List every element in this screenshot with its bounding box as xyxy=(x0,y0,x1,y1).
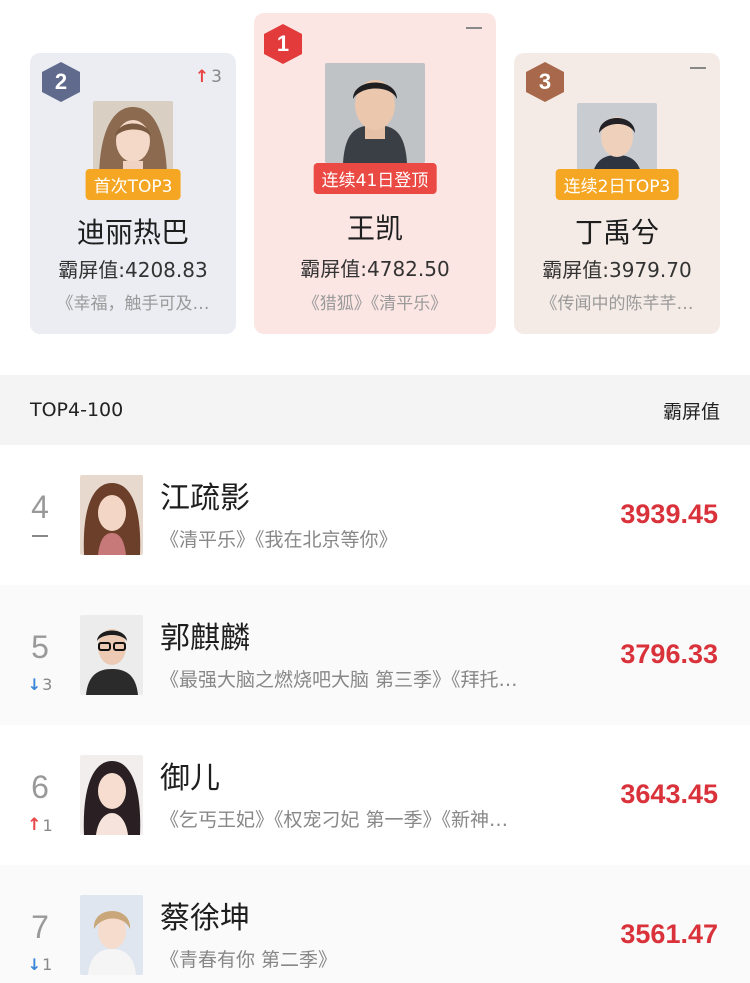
rank-number: 6 xyxy=(31,769,49,805)
celebrity-name[interactable]: 江疏影 xyxy=(160,473,250,517)
rank-change: ↓ 1 xyxy=(18,955,62,974)
celebrity-works: 《清平乐》《我在北京等你》 xyxy=(160,529,398,551)
celebrity-works: 《青春有你 第二季》 xyxy=(160,949,338,971)
celebrity-name[interactable]: 王凯 xyxy=(254,207,496,247)
rank-change-value: 1 xyxy=(42,955,53,974)
podium-card-rank-1[interactable]: 1 连续41日登顶 王凯 霸屏值:4782.50 《猎狐》《清平乐》 xyxy=(254,13,496,334)
dash-icon xyxy=(690,67,706,69)
celebrity-score: 霸屏值:4782.50 xyxy=(300,257,450,281)
avatar[interactable] xyxy=(325,63,425,163)
dash-icon xyxy=(32,535,48,537)
arrow-up-icon: ↑ xyxy=(194,67,210,87)
avatar[interactable] xyxy=(80,755,143,835)
podium-card-rank-3[interactable]: 3 连续2日TOP3 丁禹兮 霸屏值:3979.70 《传闻中的陈芊芊… xyxy=(514,53,720,334)
rank-change xyxy=(466,27,482,29)
rank-change: ↑ 1 xyxy=(18,815,62,835)
avatar-portrait xyxy=(80,755,143,835)
arrow-up-icon: ↑ xyxy=(27,815,42,835)
dash-icon xyxy=(466,27,482,29)
celebrity-works: 《最强大脑之燃烧吧大脑 第三季》《拜托… xyxy=(160,669,518,691)
rank-badge: 2 xyxy=(42,62,80,102)
rank-change-value: 3 xyxy=(42,675,53,694)
celebrity-score: 3561.47 xyxy=(620,919,718,949)
section-title: TOP4-100 xyxy=(30,399,124,421)
celebrity-works: 《猎狐》《清平乐》 xyxy=(302,294,448,314)
ranking-list: 4 江疏影 《清平乐》《我在北京等你》 3939.45 5 ↓ 3 郭麒麟 《最… xyxy=(0,445,750,983)
rank-badge: 1 xyxy=(264,24,302,64)
celebrity-score: 3939.45 xyxy=(620,499,718,529)
celebrity-score: 霸屏值:3979.70 xyxy=(542,258,692,282)
celebrity-name[interactable]: 迪丽热巴 xyxy=(30,211,236,251)
list-section-header: TOP4-100 霸屏值 xyxy=(0,375,750,445)
arrow-down-icon: ↓ xyxy=(27,955,42,974)
list-item[interactable]: 7 ↓ 1 蔡徐坤 《青春有你 第二季》 3561.47 xyxy=(0,865,750,983)
rank-number: 5 xyxy=(31,629,49,665)
streak-tag: 首次TOP3 xyxy=(85,169,181,200)
rank-change: ↑ 3 xyxy=(195,67,222,87)
avatar[interactable] xyxy=(80,475,143,555)
rank-change-value: 3 xyxy=(211,67,222,87)
celebrity-name[interactable]: 丁禹兮 xyxy=(514,211,720,251)
list-item[interactable]: 5 ↓ 3 郭麒麟 《最强大脑之燃烧吧大脑 第三季》《拜托… 3796.33 xyxy=(0,585,750,725)
list-item[interactable]: 6 ↑ 1 御儿 《乞丐王妃》《权宠刁妃 第一季》《新神… 3643.45 xyxy=(0,725,750,865)
rank-badge: 3 xyxy=(526,62,564,102)
rank-number: 7 xyxy=(31,909,49,945)
celebrity-works: 《幸福，触手可及… xyxy=(56,294,210,314)
avatar-portrait xyxy=(80,475,143,555)
celebrity-score: 3796.33 xyxy=(620,639,718,669)
celebrity-score: 3643.45 xyxy=(620,779,718,809)
celebrity-name[interactable]: 郭麒麟 xyxy=(160,613,250,657)
avatar-portrait xyxy=(80,895,143,975)
streak-tag: 连续2日TOP3 xyxy=(555,169,679,200)
streak-tag: 连续41日登顶 xyxy=(313,163,437,194)
avatar[interactable] xyxy=(80,615,143,695)
rank-change xyxy=(690,67,706,69)
rank-change xyxy=(18,535,62,537)
celebrity-name[interactable]: 蔡徐坤 xyxy=(160,893,250,937)
rank-change-value: 1 xyxy=(42,815,53,835)
rank-change: ↓ 3 xyxy=(18,675,62,694)
avatar-portrait xyxy=(325,63,425,163)
celebrity-score: 霸屏值:4208.83 xyxy=(58,258,208,282)
arrow-down-icon: ↓ xyxy=(27,675,42,694)
avatar-portrait xyxy=(80,615,143,695)
podium-card-rank-2[interactable]: 2 ↑ 3 首次TOP3 迪丽热巴 霸屏值:4208.83 《幸福，触手可及… xyxy=(30,53,236,334)
celebrity-works: 《传闻中的陈芊芊… xyxy=(540,294,694,314)
list-item[interactable]: 4 江疏影 《清平乐》《我在北京等你》 3939.45 xyxy=(0,445,750,585)
rank-number: 4 xyxy=(31,489,49,525)
celebrity-name[interactable]: 御儿 xyxy=(160,753,220,797)
metric-label: 霸屏值 xyxy=(662,400,720,423)
avatar[interactable] xyxy=(80,895,143,975)
celebrity-works: 《乞丐王妃》《权宠刁妃 第一季》《新神… xyxy=(160,809,509,831)
top3-podium: 2 ↑ 3 首次TOP3 迪丽热巴 霸屏值:4208.83 《幸福，触手可及… … xyxy=(0,0,750,375)
